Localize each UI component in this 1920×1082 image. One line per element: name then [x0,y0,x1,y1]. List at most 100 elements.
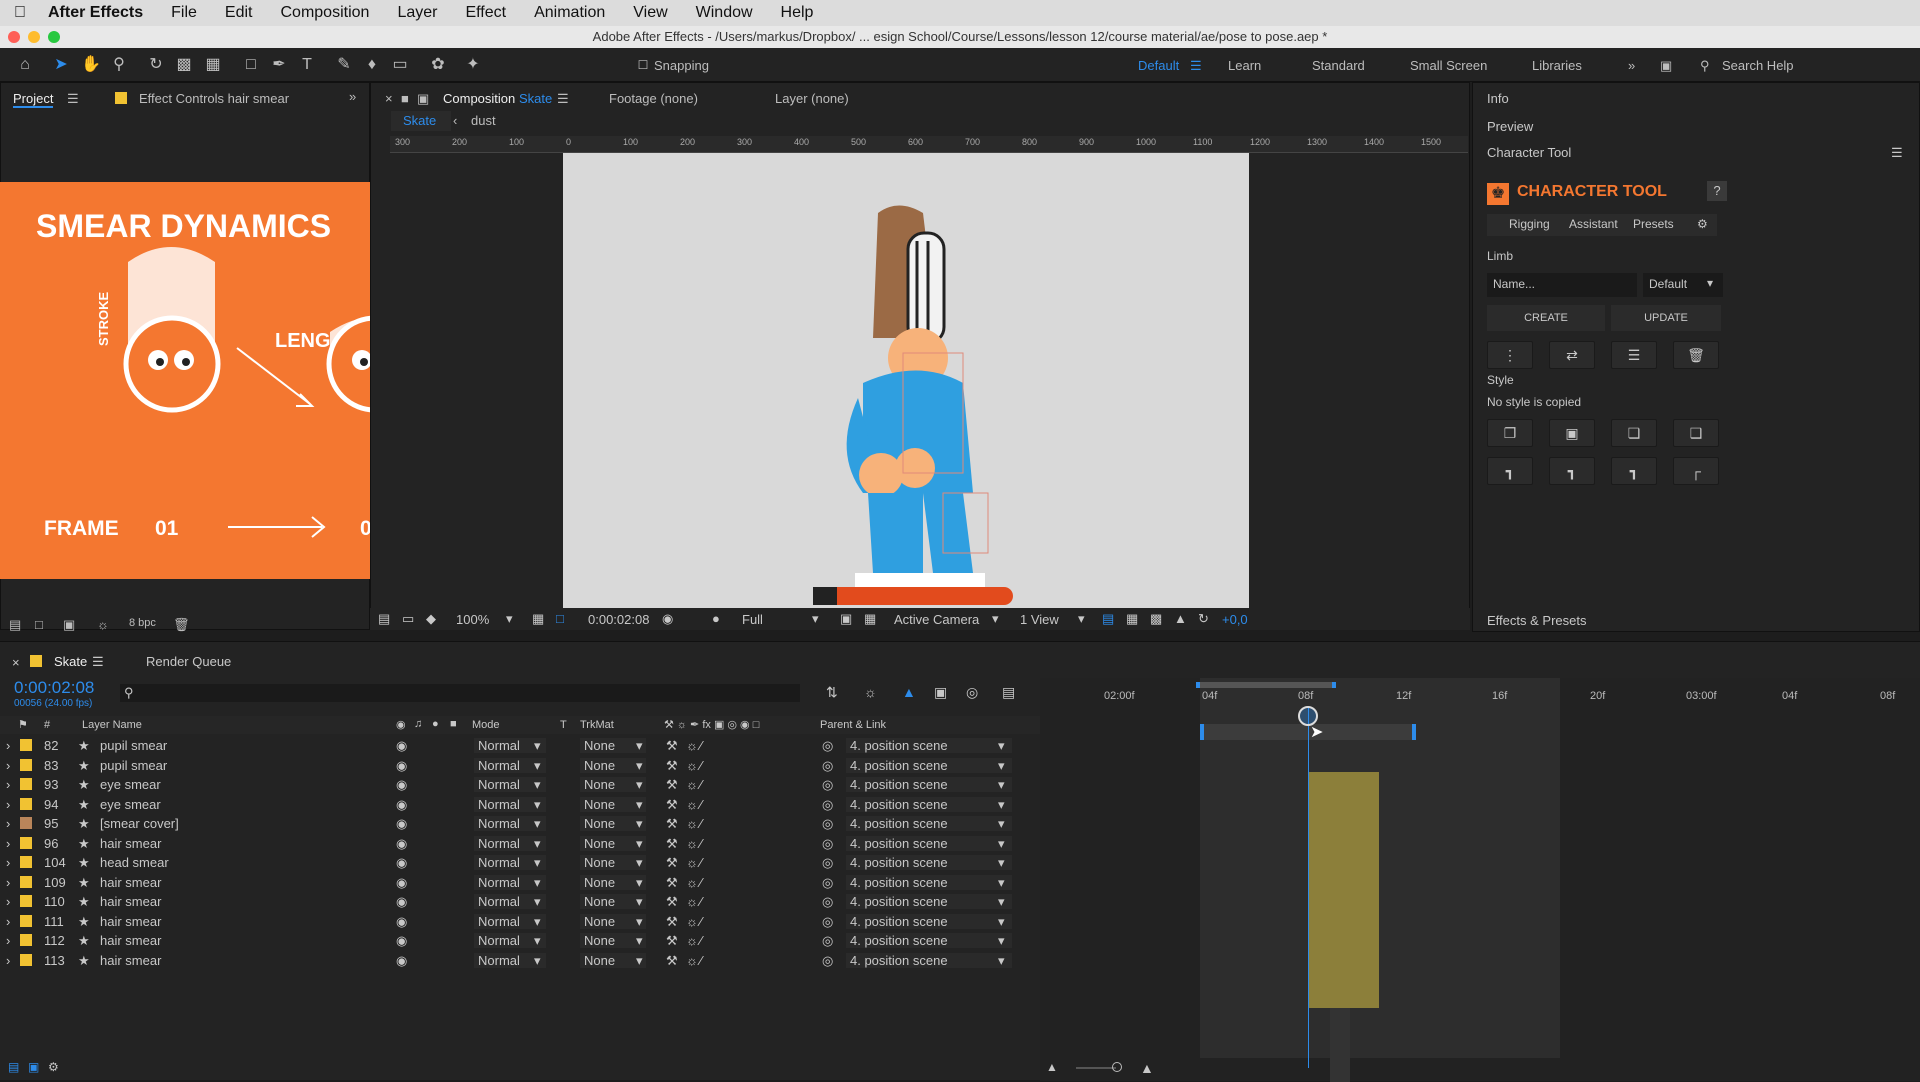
layer-row[interactable]: › 95 ★ [smear cover] ◉ Normal ▾ None ▾ ⚒ ☼ ⁄ ◎ 4. pos… [0,814,1040,833]
info-panel[interactable]: Info [1487,91,1509,106]
eye-icon[interactable]: ◉ [396,816,407,832]
layer-name[interactable]: hair smear [100,836,161,851]
fast-preview-icon[interactable]: ▦ [1126,611,1138,627]
parent-dropdown[interactable]: 4. position scene [846,777,1012,792]
current-time-indicator[interactable] [1308,708,1309,1068]
layer-row[interactable]: › 94 ★ eye smear ◉ Normal ▾ None ▾ ⚒ ☼ ⁄ ◎ 4. positio… [0,795,1040,814]
layer-row[interactable]: › 112 ★ hair smear ◉ Normal ▾ None ▾ ⚒ ☼ ⁄ ◎ 4. posit… [0,931,1040,950]
parent-dropdown[interactable]: 4. position scene [846,952,1012,968]
layer-name[interactable]: hair smear [100,953,161,968]
pick-whip-icon[interactable]: ◎ [822,777,833,793]
parent-dropdown[interactable]: 4. position scene [846,816,1012,831]
quality-switch-icon[interactable]: ⁄ [700,894,702,909]
toggle-switches-icon[interactable]: ▤ [8,1060,19,1074]
expand-icon[interactable]: › [6,797,10,812]
delete-icon[interactable]: 🗑 [173,617,190,633]
bit-depth[interactable]: 8 bpc [129,617,156,629]
quality-switch-icon[interactable]: ⁄ [700,875,702,890]
new-comp-icon[interactable]: ▣ [63,617,75,633]
settings-icon[interactable]: ⚙ [1697,217,1708,231]
pick-whip-icon[interactable]: ◎ [822,914,833,930]
expand-icon[interactable]: › [6,738,10,753]
quality-switch-icon[interactable]: ⁄ [700,914,702,929]
close-tab-icon[interactable]: × [12,655,20,670]
label-color-swatch[interactable] [20,953,32,966]
shy-switch-icon[interactable]: ⚒ [666,894,678,910]
rectangle-tool-icon[interactable]: □ [240,54,262,76]
menu-animation[interactable]: Animation [520,4,619,22]
shy-switch-icon[interactable]: ⚒ [666,914,678,930]
shy-switch-icon[interactable]: ⚒ [666,816,678,832]
search-icon[interactable]: ⚲ [1700,58,1710,74]
corner-style-4-icon[interactable]: ┌ [1673,457,1719,485]
roto-brush-icon[interactable]: ✿ [427,54,449,76]
camera-tool-icon[interactable]: ▩ [173,54,195,76]
app-menu[interactable]: After Effects [40,4,157,22]
layer-name[interactable]: pupil smear [100,758,167,773]
tab-project[interactable]: Project [13,91,54,108]
more-workspaces-icon[interactable]: » [1628,58,1635,73]
quality-switch-icon[interactable]: ⁄ [700,816,702,831]
parent-dropdown[interactable]: 4. position scene [846,855,1012,870]
parent-dropdown[interactable]: 4. position scene [846,933,1012,948]
tab-composition-name[interactable]: Skate [519,91,552,106]
parent-dropdown[interactable]: 4. position scene [846,738,1012,753]
create-button[interactable]: CREATE [1487,305,1605,331]
comp-lock-icon[interactable]: ▣ [417,91,429,107]
channels-icon[interactable]: ● [712,611,720,626]
tab-timeline-skate[interactable]: Skate [54,654,87,669]
snapshot-icon[interactable]: ◉ [662,611,673,627]
eye-icon[interactable]: ◉ [396,797,407,813]
transparency-icon[interactable]: ▦ [864,611,876,627]
pen-tool-icon[interactable]: ✒ [268,54,290,76]
puppet-pin-icon[interactable]: ✦ [462,54,484,76]
expand-icon[interactable]: › [6,914,10,929]
parent-dropdown[interactable]: 4. position scene [846,874,1012,890]
workspace-standard[interactable]: Standard [1312,58,1365,73]
clone-stamp-icon[interactable]: ♦ [361,54,383,76]
layer-row[interactable]: › 113 ★ hair smear ◉ Normal ▾ None ▾ ⚒ ☼ ⁄ ◎ 4. posit… [0,951,1040,970]
quality-switch-icon[interactable]: ⁄ [700,855,702,870]
quality-switch-icon[interactable]: ⁄ [700,738,702,753]
pick-whip-icon[interactable]: ◎ [822,894,833,910]
label-color-swatch[interactable] [20,739,32,751]
shy-layers-icon[interactable]: ▲ [902,684,916,700]
label-color-swatch[interactable] [20,758,32,771]
layer-name[interactable]: pupil smear [100,738,167,753]
label-color-swatch[interactable] [20,914,32,927]
expand-icon[interactable]: › [6,816,10,831]
expand-icon[interactable]: › [6,933,10,948]
menu-window[interactable]: Window [682,4,767,22]
zoom-slider-knob[interactable] [1112,1062,1122,1072]
label-color-swatch[interactable] [20,836,32,849]
roi-icon[interactable]: ▣ [840,611,852,627]
close-window-button[interactable] [8,31,20,43]
workspace-libraries[interactable]: Libraries [1532,58,1582,73]
flowchart-icon[interactable]: ▲ [1174,611,1187,626]
home-icon[interactable]: ⌂ [14,54,36,76]
layer-name[interactable]: hair smear [100,914,161,929]
eye-icon[interactable]: ◉ [396,914,407,930]
parent-dropdown[interactable]: 4. position scene [846,894,1012,909]
layer-row[interactable]: › 96 ★ hair smear ◉ Normal ▾ None ▾ ⚒ ☼ ⁄ ◎ 4. positi… [0,834,1040,853]
pick-whip-icon[interactable]: ◎ [822,875,833,891]
shy-switch-icon[interactable]: ⚒ [666,758,678,774]
shy-switch-icon[interactable]: ⚒ [666,953,678,969]
shy-switch-icon[interactable]: ⚒ [666,836,678,852]
layer-row[interactable]: › 83 ★ pupil smear ◉ Normal ▾ None ▾ ⚒ ☼ ⁄ ◎ 4. posit… [0,756,1040,775]
collapse-switch-icon[interactable]: ☼ [686,875,698,890]
frame-blending-icon[interactable]: ▣ [934,684,947,701]
expand-panel-icon[interactable]: » [349,89,356,104]
expand-icon[interactable]: › [6,894,10,909]
tab-effect-controls[interactable]: Effect Controls hair smear [139,91,289,106]
mask-icon[interactable]: ◆ [426,611,436,627]
resolution-dropdown[interactable]: Full [742,612,763,627]
reset-exposure-icon[interactable]: ↻ [1198,611,1209,627]
update-button[interactable]: UPDATE [1611,305,1721,331]
menu-edit[interactable]: Edit [211,4,267,22]
eye-icon[interactable]: ◉ [396,777,407,793]
workspace-default[interactable]: Default [1138,58,1179,73]
layer-row[interactable]: › 104 ★ head smear ◉ Normal ▾ None ▾ ⚒ ☼ ⁄ ◎ 4. posit… [0,853,1040,872]
toggle-modes-icon[interactable]: ▣ [28,1060,39,1074]
always-preview-icon[interactable]: ▤ [378,611,390,627]
